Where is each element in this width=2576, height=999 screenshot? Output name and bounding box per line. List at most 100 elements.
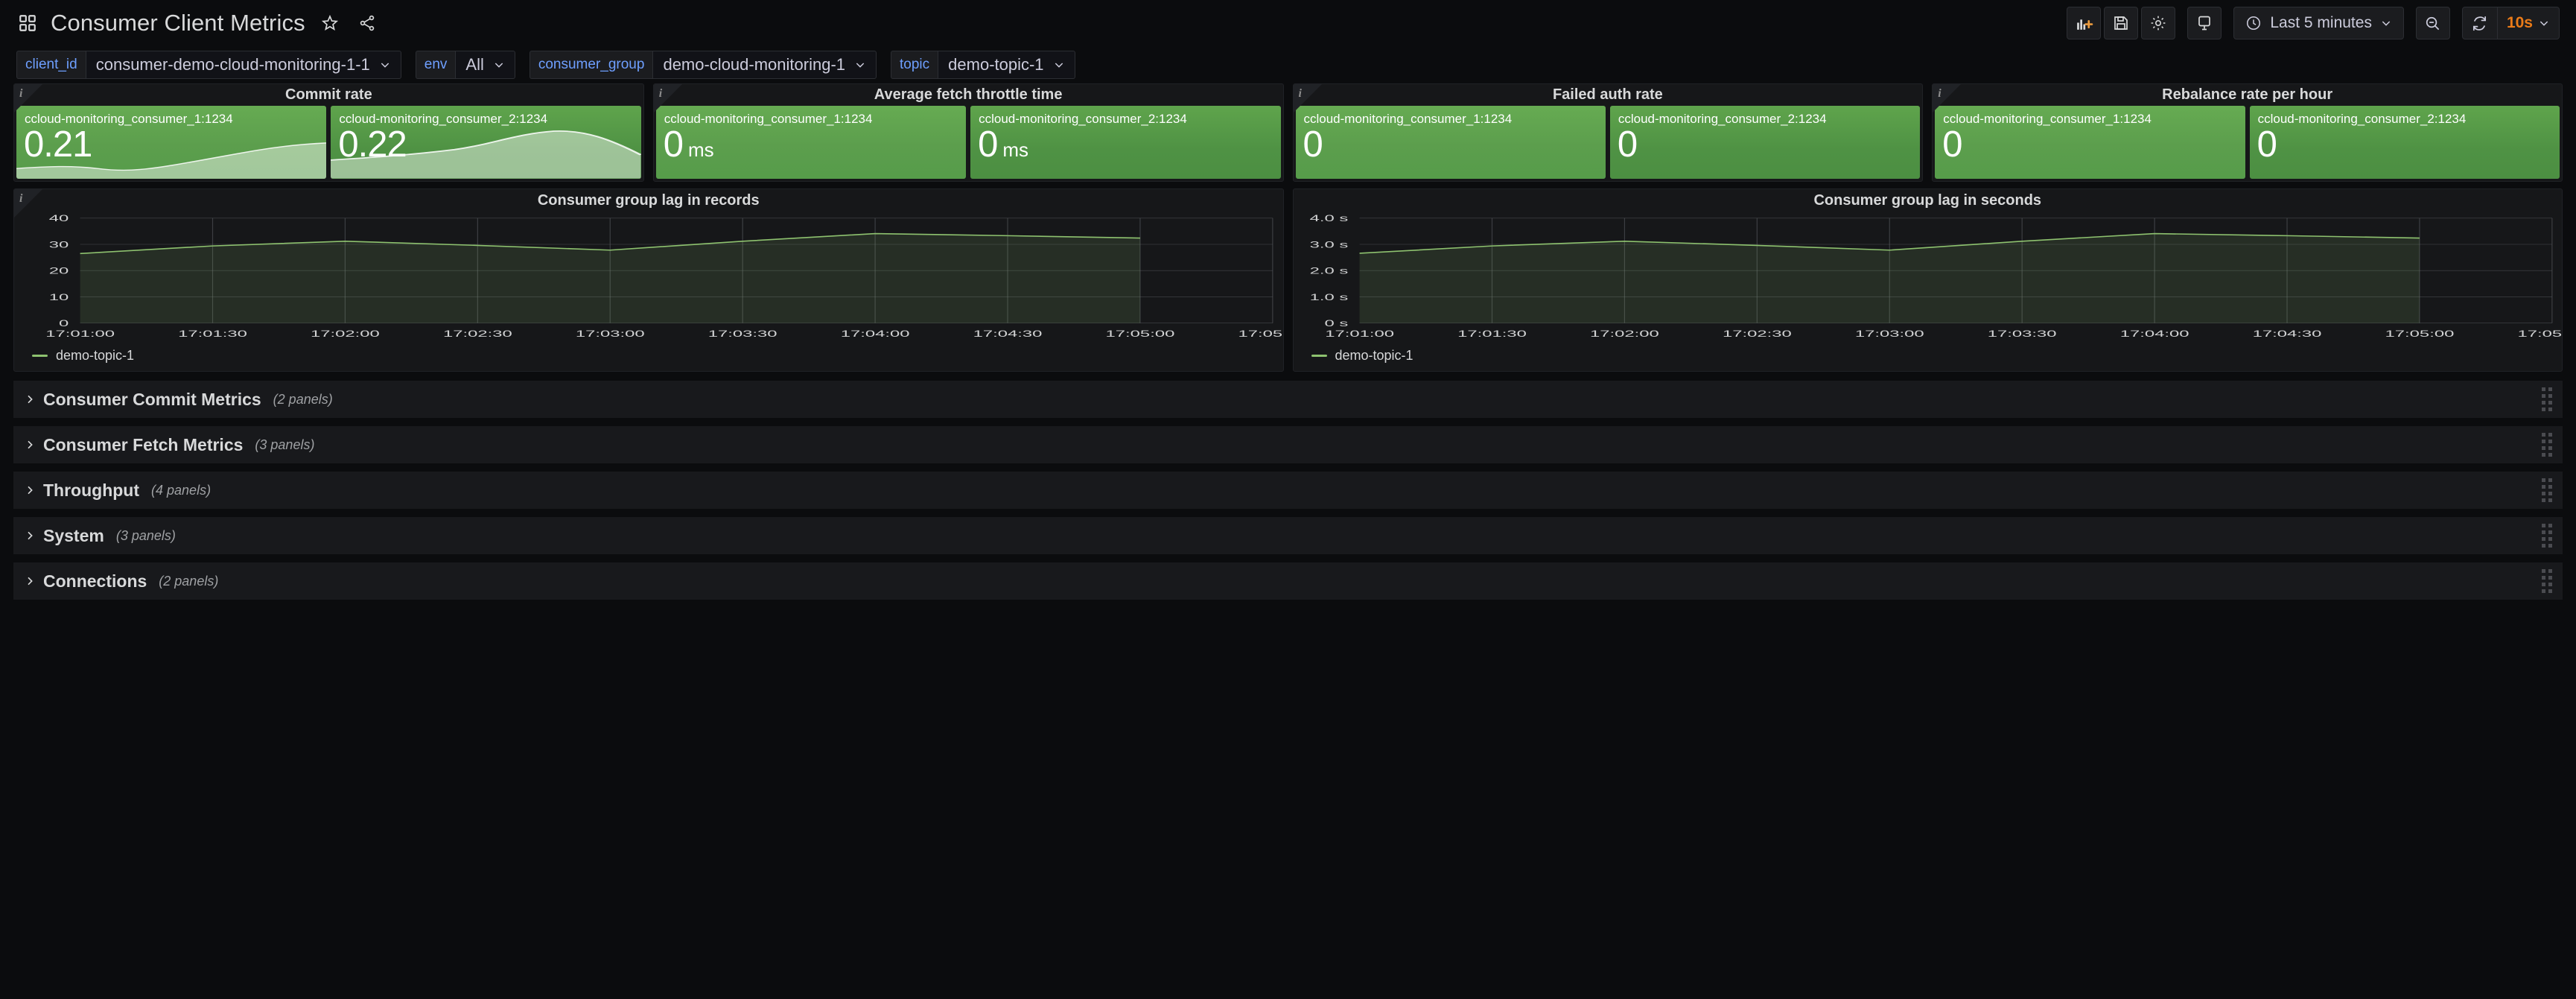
panel-title: Failed auth rate	[1294, 84, 1923, 106]
drag-handle-icon[interactable]	[2542, 478, 2552, 502]
stat-number: 0	[1618, 127, 1637, 163]
svg-text:17:05:30: 17:05:30	[1238, 329, 1282, 340]
svg-text:17:02:30: 17:02:30	[1722, 329, 1791, 340]
chevron-right-icon	[24, 530, 36, 542]
dashboard-settings-button[interactable]	[2141, 7, 2175, 39]
svg-text:3.0 s: 3.0 s	[1309, 240, 1348, 250]
stat-tile[interactable]: ccloud-monitoring_consumer_1:1234 0 ms	[656, 106, 966, 179]
stat-number: 0.21	[24, 127, 92, 163]
stat-tile[interactable]: ccloud-monitoring_consumer_2:1234 0	[1610, 106, 1920, 179]
svg-text:4.0 s: 4.0 s	[1309, 214, 1348, 224]
row-title: Throughput	[43, 481, 139, 501]
info-icon[interactable]: i	[1938, 87, 1941, 101]
panel-title: Consumer group lag in seconds	[1294, 189, 2563, 212]
svg-text:17:04:30: 17:04:30	[2252, 329, 2321, 340]
legend-color-swatch	[32, 355, 48, 357]
zoom-out-time-button[interactable]	[2416, 7, 2450, 39]
panel-title: Average fetch throttle time	[654, 84, 1283, 106]
legend-series-label[interactable]: demo-topic-1	[1335, 348, 1413, 364]
svg-text:17:05:00: 17:05:00	[2385, 329, 2454, 340]
svg-text:17:03:00: 17:03:00	[1854, 329, 1924, 340]
row-header-consumer-commit-metrics[interactable]: Consumer Commit Metrics (2 panels)	[13, 381, 2563, 418]
drag-handle-icon[interactable]	[2542, 569, 2552, 593]
stat-number: 0	[1303, 127, 1323, 163]
chevron-right-icon	[24, 439, 36, 451]
stat-series-name: ccloud-monitoring_consumer_1:1234	[1296, 106, 1606, 127]
stat-tile[interactable]: ccloud-monitoring_consumer_1:1234 0	[1935, 106, 2245, 179]
svg-text:17:05:00: 17:05:00	[1106, 329, 1175, 340]
info-icon[interactable]: i	[1299, 87, 1302, 101]
star-icon[interactable]	[317, 10, 343, 36]
svg-text:10: 10	[49, 292, 69, 302]
template-variables-bar: client_id consumer-demo-cloud-monitoring…	[0, 46, 2576, 83]
stat-series-name: ccloud-monitoring_consumer_1:1234	[656, 106, 966, 127]
stat-tile[interactable]: ccloud-monitoring_consumer_1:1234 0	[1296, 106, 1606, 179]
stat-tile[interactable]: ccloud-monitoring_consumer_2:1234 0 ms	[970, 106, 1280, 179]
stat-unit: ms	[1002, 139, 1028, 162]
tv-mode-button[interactable]	[2187, 7, 2222, 39]
chart-legend: demo-topic-1	[14, 343, 1283, 368]
panel-rebalance-rate-per-hour: i Rebalance rate per hour ccloud-monitor…	[1932, 83, 2563, 182]
chart-area-records[interactable]: 01020304017:01:0017:01:3017:02:0017:02:3…	[14, 212, 1283, 343]
stat-series-name: ccloud-monitoring_consumer_2:1234	[1610, 106, 1920, 127]
info-icon[interactable]: i	[659, 87, 662, 101]
drag-handle-icon[interactable]	[2542, 433, 2552, 457]
chevron-down-icon	[379, 59, 391, 71]
row-title: Consumer Fetch Metrics	[43, 435, 243, 455]
dashboard-grid-icon[interactable]	[16, 10, 39, 36]
panel-title: Rebalance rate per hour	[1933, 84, 2562, 106]
variable-consumer-group-select[interactable]: demo-cloud-monitoring-1	[652, 51, 877, 79]
stat-tile[interactable]: ccloud-monitoring_consumer_2:1234 0.22	[331, 106, 640, 179]
stat-value: 0	[2250, 127, 2560, 163]
share-icon[interactable]	[354, 10, 380, 36]
stat-number: 0	[978, 127, 997, 163]
row-panel-count: (3 panels)	[116, 528, 176, 544]
legend-series-label[interactable]: demo-topic-1	[56, 348, 134, 364]
row-panel-count: (2 panels)	[273, 392, 333, 407]
refresh-controls: 10s	[2462, 7, 2560, 39]
svg-text:1.0 s: 1.0 s	[1309, 292, 1348, 302]
svg-text:0: 0	[59, 319, 69, 329]
time-range-picker[interactable]: Last 5 minutes	[2233, 7, 2404, 39]
svg-text:17:01:30: 17:01:30	[1457, 329, 1527, 340]
stat-series-name: ccloud-monitoring_consumer_2:1234	[331, 106, 640, 127]
row-header-throughput[interactable]: Throughput (4 panels)	[13, 472, 2563, 509]
info-icon[interactable]: i	[19, 87, 22, 101]
chart-area-seconds[interactable]: 0 s1.0 s2.0 s3.0 s4.0 s17:01:0017:01:301…	[1294, 212, 2563, 343]
variable-topic: topic demo-topic-1	[891, 51, 1075, 79]
collapsed-rows: Consumer Commit Metrics (2 panels) Consu…	[13, 381, 2563, 600]
panel-consumer-group-lag-in-seconds: Consumer group lag in seconds 0 s1.0 s2.…	[1293, 188, 2563, 372]
refresh-interval-picker[interactable]: 10s	[2498, 7, 2559, 39]
row-header-system[interactable]: System (3 panels)	[13, 517, 2563, 554]
stat-tile[interactable]: ccloud-monitoring_consumer_1:1234 0.21	[16, 106, 326, 179]
drag-handle-icon[interactable]	[2542, 524, 2552, 548]
add-panel-button[interactable]	[2067, 7, 2101, 39]
svg-text:17:02:00: 17:02:00	[311, 329, 380, 340]
stat-value: 0	[1935, 127, 2245, 163]
chevron-down-icon	[2538, 17, 2550, 29]
svg-text:40: 40	[49, 214, 69, 224]
save-dashboard-button[interactable]	[2104, 7, 2138, 39]
chevron-down-icon	[493, 59, 505, 71]
chevron-right-icon	[24, 575, 36, 587]
row-title: Consumer Commit Metrics	[43, 390, 261, 410]
variable-client-id-select[interactable]: consumer-demo-cloud-monitoring-1-1	[86, 51, 401, 79]
navbar-left: Consumer Client Metrics	[16, 10, 380, 37]
row-header-connections[interactable]: Connections (2 panels)	[13, 562, 2563, 600]
drag-handle-icon[interactable]	[2542, 387, 2552, 411]
stat-unit: ms	[688, 139, 714, 162]
chevron-down-icon	[1053, 59, 1065, 71]
stat-tile[interactable]: ccloud-monitoring_consumer_2:1234 0	[2250, 106, 2560, 179]
svg-text:17:03:00: 17:03:00	[576, 329, 645, 340]
stat-tiles: ccloud-monitoring_consumer_1:1234 0 cclo…	[1933, 106, 2562, 181]
refresh-button[interactable]	[2463, 7, 2497, 39]
refresh-interval-label: 10s	[2507, 14, 2533, 32]
variable-topic-select[interactable]: demo-topic-1	[938, 51, 1075, 79]
row-header-consumer-fetch-metrics[interactable]: Consumer Fetch Metrics (3 panels)	[13, 426, 2563, 463]
info-icon[interactable]: i	[19, 192, 22, 206]
variable-value: demo-cloud-monitoring-1	[663, 55, 845, 74]
svg-text:17:04:30: 17:04:30	[973, 329, 1043, 340]
chevron-right-icon	[24, 393, 36, 405]
variable-env: env All	[416, 51, 515, 79]
variable-env-select[interactable]: All	[455, 51, 515, 79]
